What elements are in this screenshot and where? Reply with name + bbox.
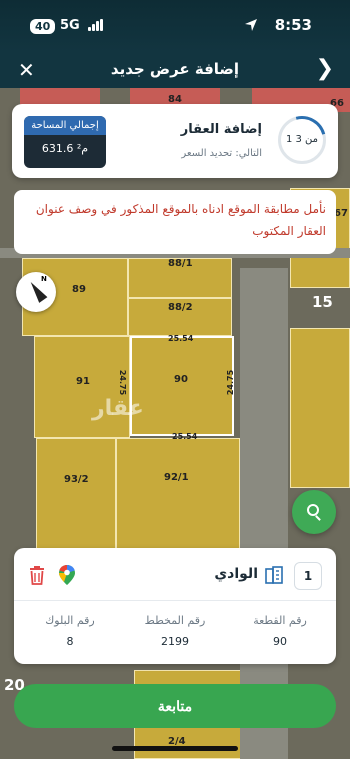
map-parcel xyxy=(290,328,350,488)
plan-number-field: رقم المخطط 2199 xyxy=(125,614,225,648)
chevron-right-icon[interactable]: ❯ xyxy=(316,56,334,81)
battery-indicator: 40 xyxy=(30,19,56,34)
status-bar: 40 5G 8:53 xyxy=(0,0,350,52)
search-icon xyxy=(307,504,319,516)
location-warning: نأمل مطابقة الموقع ادناه بالموقع المذكور… xyxy=(14,190,336,254)
map-label: 24.75 xyxy=(226,369,236,396)
clock: 8:53 xyxy=(274,16,312,34)
map-label: 88/2 xyxy=(168,302,193,313)
map-label: 92/1 xyxy=(164,472,189,483)
continue-button[interactable]: متابعة xyxy=(14,684,336,728)
building-icon xyxy=(265,566,283,584)
home-indicator xyxy=(112,746,238,751)
field-value: 8 xyxy=(66,635,74,648)
parcel-index-badge: 1 xyxy=(294,562,322,590)
field-label: رقم البلوك xyxy=(45,614,95,627)
divider xyxy=(14,600,336,601)
map-label: 91 xyxy=(76,376,90,387)
google-maps-icon[interactable] xyxy=(58,564,76,586)
app-header: ✕ إضافة عرض جديد ❯ xyxy=(0,52,350,88)
compass-icon[interactable]: N xyxy=(16,272,56,312)
map-parcel xyxy=(36,438,116,550)
property-card: 1 من 3 إضافة العقار التالي: تحديد السعر … xyxy=(12,104,338,178)
map-label: 15 xyxy=(312,293,333,311)
map-label: 25.54 xyxy=(168,334,194,343)
map-label: 93/2 xyxy=(64,474,89,485)
field-label: رقم المخطط xyxy=(144,614,206,627)
total-area-label: إجمالي المساحة xyxy=(24,116,106,135)
map-label: 88/1 xyxy=(168,258,193,269)
block-number-field: رقم البلوك 8 xyxy=(20,614,120,648)
parcel-number-field: رقم القطعة 90 xyxy=(230,614,330,648)
trash-icon[interactable] xyxy=(28,565,46,585)
field-label: رقم القطعة xyxy=(253,614,307,627)
step-label: 1 من 3 xyxy=(285,134,319,145)
map-search-button[interactable] xyxy=(292,490,336,534)
total-area-box: إجمالي المساحة 631.6 م² xyxy=(24,116,106,168)
map-label: 89 xyxy=(72,284,86,295)
location-arrow-icon xyxy=(245,19,257,31)
field-value: 2199 xyxy=(161,635,189,648)
total-area-value: 631.6 م² xyxy=(41,142,89,155)
map-label: 25.54 xyxy=(172,432,198,441)
parcel-info-card: 1 الوادي رقم القطعة 90 رقم المخطط 2199 ر… xyxy=(14,548,336,664)
map-label: 67 xyxy=(334,208,348,219)
district-name: الوادي xyxy=(214,566,258,582)
map-parcel xyxy=(34,336,130,438)
signal-icon xyxy=(88,19,104,31)
selected-parcel-outline xyxy=(130,336,234,436)
page-title: إضافة عرض جديد xyxy=(110,60,240,78)
next-step-label: التالي: تحديد السعر xyxy=(181,148,262,159)
field-value: 90 xyxy=(273,635,287,648)
watermark: عقار xyxy=(92,396,144,421)
map-parcel xyxy=(116,438,240,550)
step-progress-indicator: 1 من 3 xyxy=(269,107,335,173)
network-indicator: 5G xyxy=(60,18,80,33)
property-card-title: إضافة العقار xyxy=(180,122,262,137)
map-label: 90 xyxy=(174,374,188,385)
map-label: 24.75 xyxy=(118,369,128,396)
